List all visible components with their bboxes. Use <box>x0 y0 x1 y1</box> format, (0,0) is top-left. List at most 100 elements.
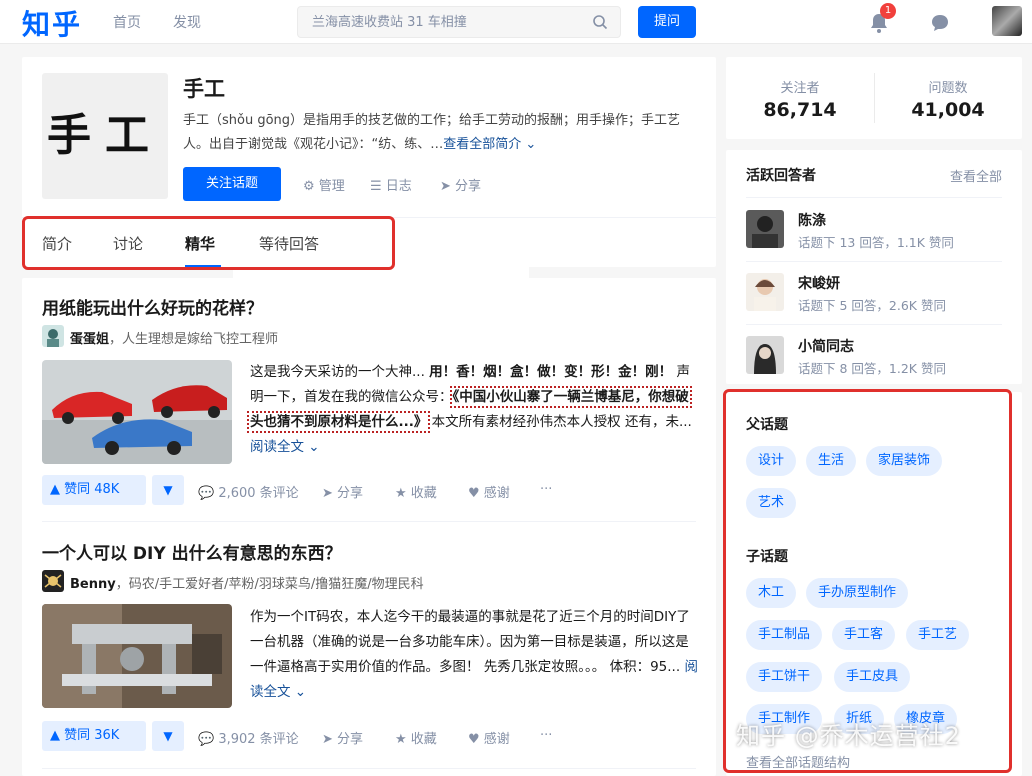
thanks-label: 感谢 <box>483 732 510 747</box>
questions-label: 问题数 <box>928 81 968 96</box>
active-answerers-title: 活跃回答者 <box>746 168 816 184</box>
user-avatar[interactable] <box>992 6 1022 36</box>
favorite-label: 收藏 <box>410 732 437 747</box>
comment-icon: 💬 <box>198 486 215 501</box>
question-title[interactable]: 用纸能玩出什么好玩的花样？ <box>42 294 263 319</box>
favorite-label: 收藏 <box>410 486 437 501</box>
heart-icon: ♥ <box>468 732 480 747</box>
answerer-avatar[interactable] <box>746 336 784 374</box>
gear-icon: ⚙ <box>303 179 315 194</box>
essence-feed: 用纸能玩出什么好玩的花样？ 蛋蛋姐，人生理想是嫁给飞控工程师 这是我今天采访的一… <box>22 278 716 776</box>
question-title[interactable]: 一个人可以 DIY 出什么有意思的东西？ <box>42 539 342 564</box>
author-bio: ，码农/手工爱好者/苹粉/羽球菜鸟/撸猫狂魔/物理民科 <box>115 577 424 592</box>
answerer-row[interactable]: 小简同志 话题下 8 回答，1.2K 赞同 <box>726 336 1022 396</box>
author-name[interactable]: 蛋蛋姐 <box>70 332 109 347</box>
followers-count[interactable]: 86,714 <box>726 99 874 121</box>
answerer-name[interactable]: 小简同志 <box>798 336 854 356</box>
share-answer-button[interactable]: ➤ 分享 <box>322 728 363 747</box>
answerer-stat: 话题下 13 回答，1.1K 赞同 <box>798 235 954 250</box>
comments-button[interactable]: 💬 3,902 条评论 <box>198 728 299 747</box>
top-header: 知乎 首页 发现 话题 提问 1 <box>0 0 1032 384</box>
topic-title: 手工 <box>183 77 225 101</box>
questions-count[interactable]: 41,004 <box>874 99 1022 121</box>
more-options-button[interactable]: ··· <box>540 482 552 497</box>
author-bio: ，人生理想是嫁给飞控工程师 <box>109 332 279 347</box>
read-more-link[interactable]: 阅读全文 ⌄ <box>250 439 320 455</box>
favorite-button[interactable]: ★ 收藏 <box>395 728 437 747</box>
show-full-intro-link[interactable]: 查看全部简介 ⌄ <box>443 137 536 152</box>
active-answerers: 活跃回答者 查看全部 陈涤 话题下 13 回答，1.1K 赞同 宋峻妍 话题下 … <box>726 150 1022 384</box>
share-label: 分享 <box>337 732 364 747</box>
excerpt-text-1: 这是我今天采访的一个大神... <box>250 364 430 380</box>
notification-badge: 1 <box>880 3 896 19</box>
author-line: Benny，码农/手工爱好者/苹粉/羽球菜鸟/撸猫狂魔/物理民科 <box>42 570 424 592</box>
favorite-button[interactable]: ★ 收藏 <box>395 482 437 501</box>
thanks-button[interactable]: ♥ 感谢 <box>468 728 510 747</box>
answerer-name[interactable]: 陈涤 <box>798 210 826 230</box>
follow-topic-button[interactable]: 关注话题 <box>183 167 281 201</box>
share-label: 分享 <box>337 486 364 501</box>
search-input[interactable] <box>312 7 582 37</box>
divider <box>746 324 1002 325</box>
highlight-box-tabs <box>22 216 395 270</box>
view-all-link[interactable]: 查看全部 <box>950 166 1002 185</box>
log-label: 日志 <box>385 179 412 194</box>
author-line: 蛋蛋姐，人生理想是嫁给飞控工程师 <box>42 325 279 347</box>
answerer-name[interactable]: 宋峻妍 <box>798 273 840 293</box>
answer-thumbnail-cars[interactable] <box>42 360 232 464</box>
excerpt-text-3: 本文所有素材经孙伟杰本人授权 还有，未... <box>427 414 692 430</box>
topic-description: 手工（shǒu gōng）是指用手的技艺做的工作；给手工劳动的报酬；用手操作；手… <box>183 109 695 157</box>
more-options-button[interactable]: ··· <box>540 728 552 743</box>
author-avatar[interactable] <box>42 570 64 592</box>
star-icon: ★ <box>395 486 407 501</box>
ask-button[interactable]: 提问 <box>638 6 696 38</box>
downvote-button[interactable]: ▼ <box>152 475 184 505</box>
manage-button[interactable]: ⚙ 管理 <box>303 175 345 194</box>
manage-label: 管理 <box>318 179 345 194</box>
share-answer-button[interactable]: ➤ 分享 <box>322 482 363 501</box>
upvote-button[interactable]: ▲ 赞同 36K <box>42 721 146 751</box>
search-icon[interactable] <box>592 14 608 30</box>
heart-icon: ♥ <box>468 486 480 501</box>
list-icon: ☰ <box>370 179 382 194</box>
divider <box>42 768 696 769</box>
answerer-avatar[interactable] <box>746 210 784 248</box>
topic-desc-text: 手工（shǒu gōng）是指用手的技艺做的工作；给手工劳动的报酬；用手操作；手… <box>183 113 681 152</box>
divider <box>746 197 1002 198</box>
thanks-label: 感谢 <box>483 486 510 501</box>
divider <box>42 521 696 522</box>
answer-thumbnail-lathe[interactable] <box>42 604 232 708</box>
topic-logo: 手工 <box>42 73 168 199</box>
excerpt-bold-1: 用！香！烟！盒！做！变！形！金！刚！ <box>429 364 673 380</box>
share-button[interactable]: ➤ 分享 <box>440 175 481 194</box>
topic-stats: 关注者 86,714 问题数 41,004 <box>726 57 1022 139</box>
downvote-button[interactable]: ▼ <box>152 721 184 751</box>
share-icon: ➤ <box>322 486 333 501</box>
author-avatar[interactable] <box>42 325 64 347</box>
followers-label: 关注者 <box>780 81 820 96</box>
answer-excerpt[interactable]: 作为一个IT码农，本人迄今干的最装逼的事就是花了近三个月的时间DIY了一台机器（… <box>250 605 698 705</box>
nav-discover[interactable]: 发现 <box>173 12 201 32</box>
answerer-avatar[interactable] <box>746 273 784 311</box>
comments-count: 3,902 条评论 <box>218 732 299 747</box>
comments-button[interactable]: 💬 2,600 条评论 <box>198 482 299 501</box>
answer-excerpt[interactable]: 这是我今天采访的一个大神... 用！香！烟！盒！做！变！形！金！刚！ 声明一下，… <box>247 360 698 460</box>
star-icon: ★ <box>395 732 407 747</box>
excerpt-text: 作为一个IT码农，本人迄今干的最装逼的事就是花了近三个月的时间DIY了一台机器（… <box>250 609 690 675</box>
share-icon: ➤ <box>440 179 451 194</box>
answerer-stat: 话题下 8 回答，1.2K 赞同 <box>798 361 946 376</box>
comment-icon: 💬 <box>198 732 215 747</box>
author-name[interactable]: Benny <box>70 577 116 592</box>
log-button[interactable]: ☰ 日志 <box>370 175 412 194</box>
zhihu-logo[interactable]: 知乎 <box>22 3 82 43</box>
upvote-button[interactable]: ▲ 赞同 48K <box>42 475 146 505</box>
thanks-button[interactable]: ♥ 感谢 <box>468 482 510 501</box>
answerer-stat: 话题下 5 回答，2.6K 赞同 <box>798 298 946 313</box>
share-icon: ➤ <box>322 732 333 747</box>
search-box[interactable] <box>297 6 621 38</box>
nav-home[interactable]: 首页 <box>113 12 141 32</box>
watermark: 知乎 @乔木运营社2 <box>736 722 961 750</box>
comments-count: 2,600 条评论 <box>218 486 299 501</box>
share-label: 分享 <box>455 179 482 194</box>
message-icon[interactable] <box>929 12 951 34</box>
